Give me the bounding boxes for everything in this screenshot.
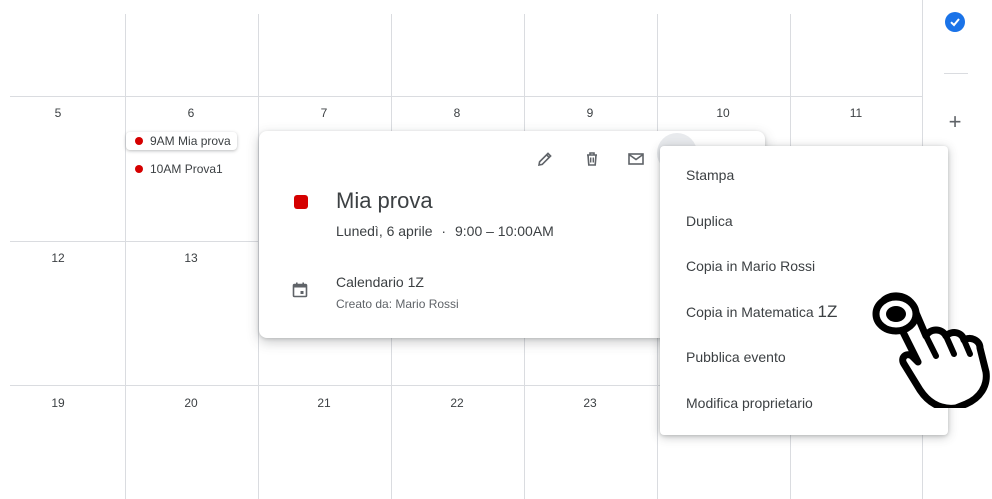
menu-item-label: Copia in Matematica — [686, 304, 814, 320]
grid-line — [125, 14, 126, 499]
day-number[interactable]: 21 — [304, 396, 344, 410]
event-title-heading: Mia prova — [336, 188, 433, 213]
day-number[interactable]: 13 — [171, 251, 211, 265]
event-title: Mia prova — [178, 134, 231, 148]
event-color-dot — [135, 137, 143, 145]
day-number[interactable]: 12 — [38, 251, 78, 265]
event-time-range: 9:00 – 10:00AM — [454, 223, 554, 239]
grid-line — [10, 96, 922, 97]
event-datetime: Lunedì, 6 aprile · 9:00 – 10:00AM — [336, 223, 554, 239]
email-icon[interactable] — [626, 149, 646, 169]
divider — [944, 73, 968, 74]
check-circle-icon[interactable] — [945, 12, 965, 32]
event-time: 10AM — [150, 162, 182, 176]
day-number[interactable]: 7 — [304, 106, 344, 120]
day-number[interactable]: 22 — [437, 396, 477, 410]
day-number[interactable]: 8 — [437, 106, 477, 120]
menu-item-suffix: 1Z — [817, 302, 838, 321]
day-number[interactable]: 10 — [703, 106, 743, 120]
event-color-dot — [135, 165, 143, 173]
day-number[interactable]: 11 — [836, 106, 876, 120]
event-date: Lunedì, 6 aprile — [336, 223, 433, 239]
event-chip-selected[interactable]: 9AM Mia prova — [126, 132, 237, 150]
day-number[interactable]: 23 — [570, 396, 610, 410]
event-title: Prova1 — [184, 162, 223, 176]
calendar-icon — [291, 281, 309, 299]
calendar-name: Calendario 1Z — [336, 274, 424, 290]
day-number[interactable]: 19 — [38, 396, 78, 410]
event-color-swatch — [294, 195, 308, 209]
plus-icon[interactable]: + — [945, 111, 965, 133]
created-by: Creato da: Mario Rossi — [336, 297, 459, 311]
separator: · — [441, 223, 447, 239]
pointing-hand-cursor-icon — [864, 290, 992, 412]
event-time: 9AM — [150, 134, 175, 148]
menu-item-print[interactable]: Stampa — [660, 155, 948, 195]
day-number[interactable]: 5 — [38, 106, 78, 120]
day-number[interactable]: 9 — [570, 106, 610, 120]
day-number[interactable]: 20 — [171, 396, 211, 410]
menu-item-duplicate[interactable]: Duplica — [660, 201, 948, 241]
edit-icon[interactable] — [535, 149, 555, 169]
menu-item-copy-to-mario-rossi[interactable]: Copia in Mario Rossi — [660, 246, 948, 286]
event-chip[interactable]: 10AM Prova1 — [135, 162, 223, 176]
day-number[interactable]: 6 — [171, 106, 211, 120]
delete-icon[interactable] — [582, 149, 602, 169]
